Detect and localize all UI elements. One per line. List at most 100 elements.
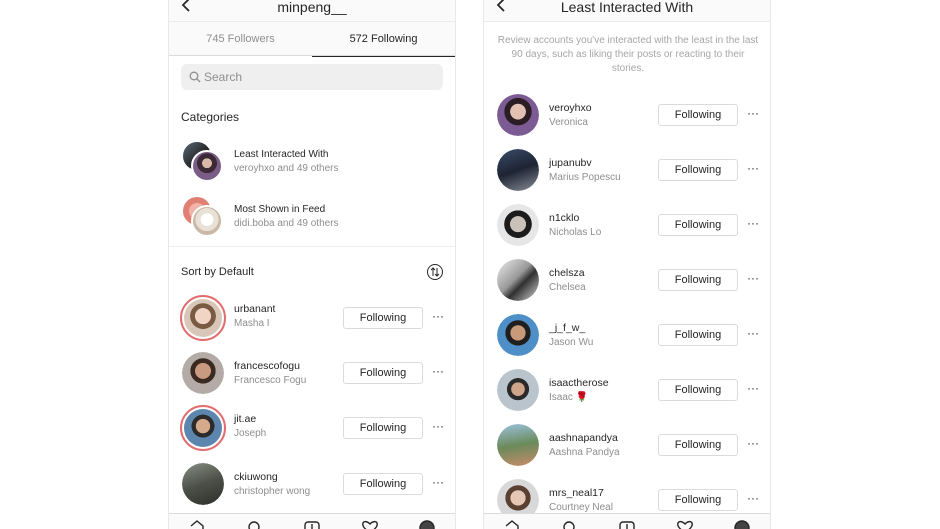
header: Least Interacted With	[484, 0, 770, 22]
home-icon[interactable]	[504, 518, 520, 529]
following-button[interactable]: Following	[658, 159, 738, 181]
more-options-icon[interactable]: ···	[745, 217, 761, 230]
search-icon[interactable]	[561, 518, 577, 529]
username[interactable]: chelsza	[549, 267, 585, 279]
tab-followers[interactable]: 745 Followers	[169, 22, 312, 56]
tab-following[interactable]: 572 Following	[312, 22, 455, 57]
real-name: Masha I	[234, 318, 270, 329]
more-options-icon[interactable]: ···	[745, 492, 761, 505]
following-button[interactable]: Following	[658, 324, 738, 346]
header: minpeng__	[169, 0, 455, 22]
real-name: Marius Popescu	[549, 172, 621, 183]
sort-value: Default	[218, 266, 254, 278]
more-options-icon[interactable]: ···	[745, 437, 761, 450]
new-post-icon[interactable]	[304, 518, 320, 529]
following-button[interactable]: Following	[658, 104, 738, 126]
bottom-nav	[169, 513, 455, 529]
new-post-icon[interactable]	[619, 518, 635, 529]
search-input[interactable]: Search	[181, 64, 443, 90]
avatar[interactable]	[497, 259, 539, 301]
description-text: Review accounts you've interacted with t…	[497, 35, 759, 74]
list-item: veroyhxo Veronica Following ···	[484, 94, 770, 142]
more-options-icon[interactable]: ···	[745, 107, 761, 120]
username[interactable]: n1cklo	[549, 212, 579, 224]
following-button[interactable]: Following	[343, 307, 423, 329]
profile-icon[interactable]	[734, 518, 750, 529]
list-item: francescofogu Francesco Fogu Following ·…	[169, 352, 455, 400]
following-button[interactable]: Following	[658, 379, 738, 401]
more-options-icon[interactable]: ···	[430, 420, 446, 433]
search-placeholder: Search	[204, 70, 243, 84]
avatar[interactable]	[497, 314, 539, 356]
search-icon	[189, 71, 201, 83]
more-options-icon[interactable]: ···	[430, 365, 446, 378]
username[interactable]: jupanubv	[549, 157, 592, 169]
category-avatars	[181, 195, 225, 239]
real-name: Nicholas Lo	[549, 227, 602, 238]
username[interactable]: jit.ae	[234, 413, 256, 425]
heart-icon[interactable]	[361, 518, 378, 529]
username[interactable]: isaactherose	[549, 377, 609, 389]
list-item: jupanubv Marius Popescu Following ···	[484, 149, 770, 197]
category-avatars	[181, 140, 225, 184]
avatar[interactable]	[182, 352, 224, 394]
real-name: Chelsea	[549, 282, 586, 293]
more-options-icon[interactable]: ···	[745, 162, 761, 175]
following-button[interactable]: Following	[343, 417, 423, 439]
following-button[interactable]: Following	[658, 214, 738, 236]
category-least-interacted[interactable]: Least Interacted With veroyhxo and 49 ot…	[181, 140, 443, 184]
avatar[interactable]	[182, 463, 224, 505]
username[interactable]: _j_f_w_	[549, 322, 585, 334]
avatar[interactable]	[180, 295, 226, 341]
following-button[interactable]: Following	[658, 269, 738, 291]
list-item: chelsza Chelsea Following ···	[484, 259, 770, 307]
username[interactable]: ckiuwong	[234, 471, 278, 483]
list-item: urbanant Masha I Following ···	[169, 295, 455, 343]
category-subtitle: didi.boba and 49 others	[234, 218, 339, 229]
list-item: jit.ae Joseph Following ···	[169, 405, 455, 453]
sort-order-icon[interactable]	[427, 264, 443, 280]
avatar[interactable]	[497, 369, 539, 411]
least-interacted-screen: Least Interacted With Review accounts yo…	[483, 0, 771, 529]
avatar[interactable]	[180, 405, 226, 451]
real-name: Joseph	[234, 428, 267, 439]
more-options-icon[interactable]: ···	[745, 382, 761, 395]
following-button[interactable]: Following	[343, 473, 423, 495]
page-title: Least Interacted With	[560, 0, 694, 15]
bottom-nav	[484, 513, 770, 529]
heart-icon[interactable]	[676, 518, 693, 529]
list-item: aashnapandya Aashna Pandya Following ···	[484, 424, 770, 472]
following-button[interactable]: Following	[658, 489, 738, 511]
more-options-icon[interactable]: ···	[430, 310, 446, 323]
avatar[interactable]	[497, 204, 539, 246]
avatar[interactable]	[497, 94, 539, 136]
following-button[interactable]: Following	[343, 362, 423, 384]
more-options-icon[interactable]: ···	[745, 327, 761, 340]
real-name: Isaac 🌹	[549, 392, 589, 403]
avatar[interactable]	[497, 149, 539, 191]
username[interactable]: veroyhxo	[549, 102, 592, 114]
profile-icon[interactable]	[419, 518, 435, 529]
more-options-icon[interactable]: ···	[430, 476, 446, 489]
page-title: minpeng__	[277, 0, 347, 15]
category-most-shown[interactable]: Most Shown in Feed didi.boba and 49 othe…	[181, 195, 443, 239]
real-name: Veronica	[549, 117, 588, 128]
search-icon[interactable]	[246, 518, 262, 529]
home-icon[interactable]	[189, 518, 205, 529]
avatar[interactable]	[497, 424, 539, 466]
username[interactable]: mrs_neal17	[549, 487, 604, 499]
category-title: Least Interacted With	[234, 149, 329, 160]
username[interactable]: aashnapandya	[549, 432, 618, 444]
list-item: _j_f_w_ Jason Wu Following ···	[484, 314, 770, 362]
more-options-icon[interactable]: ···	[745, 272, 761, 285]
username[interactable]: francescofogu	[234, 360, 300, 372]
sort-label[interactable]: Sort by Default	[181, 266, 254, 278]
divider	[169, 246, 455, 247]
category-subtitle: veroyhxo and 49 others	[234, 163, 339, 174]
avatar	[191, 150, 223, 182]
following-button[interactable]: Following	[658, 434, 738, 456]
category-title: Most Shown in Feed	[234, 204, 326, 215]
username[interactable]: urbanant	[234, 303, 275, 315]
real-name: Aashna Pandya	[549, 447, 620, 458]
real-name: Francesco Fogu	[234, 375, 307, 386]
